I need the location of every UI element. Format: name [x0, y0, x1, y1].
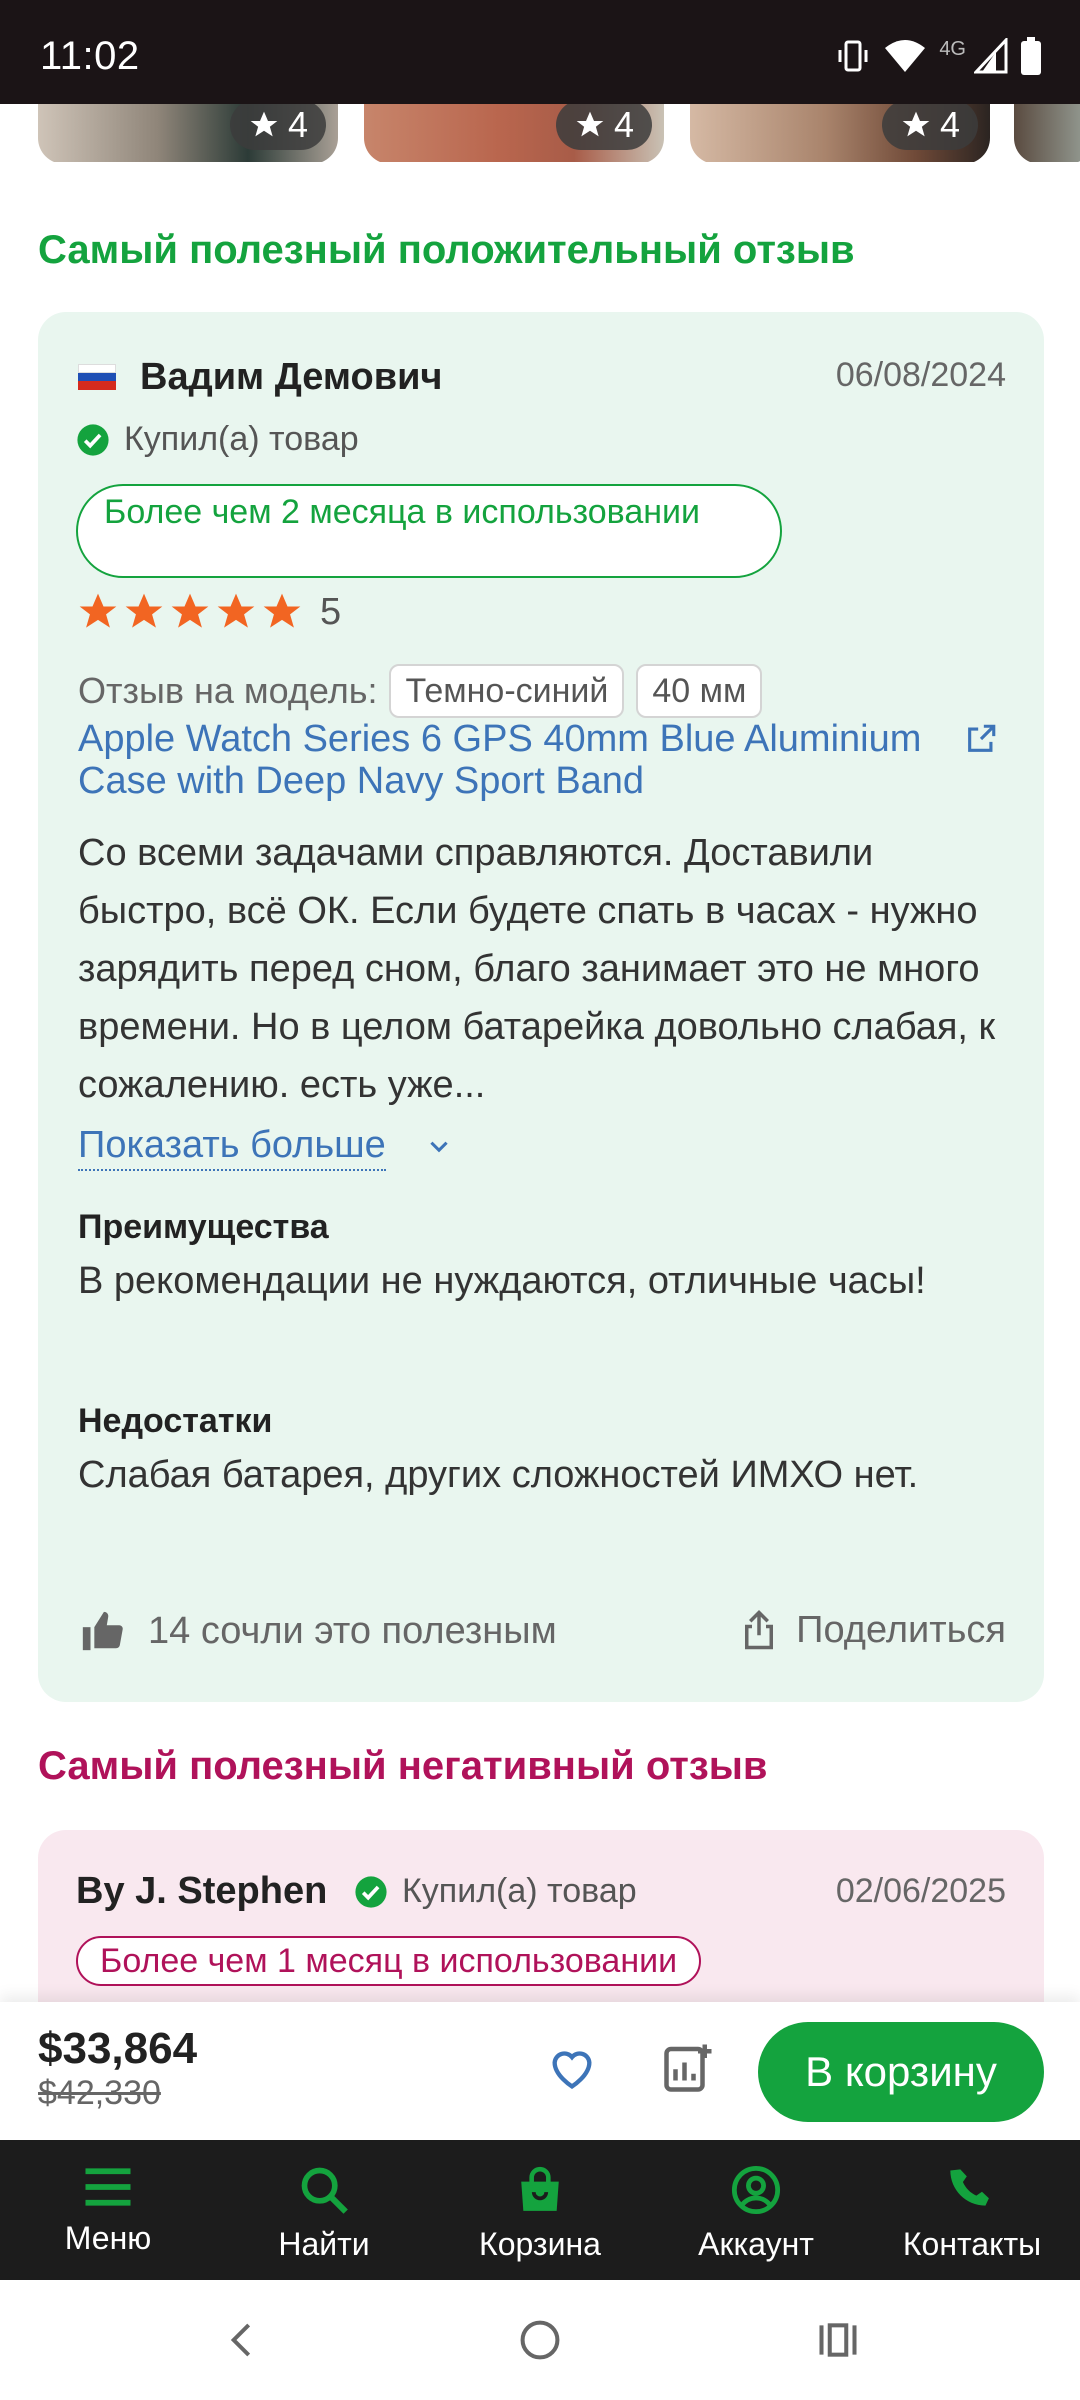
- nav-item-menu[interactable]: Меню: [0, 2140, 216, 2280]
- review-photos-strip[interactable]: 4 4 4: [0, 104, 1080, 162]
- compare-add-icon[interactable]: [662, 2040, 716, 2094]
- photo-rating-value: 4: [287, 104, 308, 145]
- review-photo[interactable]: 4: [38, 104, 338, 162]
- old-price: $42,330: [38, 2074, 161, 2112]
- pros-text: В рекомендации не нуждаются, отличные ча…: [78, 1260, 926, 1302]
- vibrate-icon: [838, 40, 868, 72]
- nav-item-contacts[interactable]: Контакты: [864, 2140, 1080, 2280]
- star-icon: [79, 593, 117, 628]
- share-label: Поделиться: [796, 1608, 1006, 1651]
- verified-label: Купил(а) товар: [402, 1872, 637, 1910]
- verified-label: Купил(а) товар: [124, 420, 359, 458]
- review-date: 06/08/2024: [835, 356, 1006, 394]
- review-date: 02/06/2025: [835, 1872, 1006, 1910]
- size-chip: 40 мм: [636, 664, 763, 718]
- verified-purchase: Купил(а) товар: [354, 1872, 637, 1911]
- review-author: By J. Stephen: [76, 1870, 328, 1912]
- share-button[interactable]: Поделиться: [738, 1608, 1006, 1652]
- home-icon[interactable]: [518, 2318, 562, 2362]
- nav-item-search[interactable]: Найти: [216, 2140, 432, 2280]
- back-icon[interactable]: [222, 2318, 262, 2362]
- nav-item-account[interactable]: Аккаунт: [648, 2140, 864, 2280]
- negative-review-title: Самый полезный негативный отзыв: [38, 1744, 768, 1788]
- photo-rating-value: 4: [613, 104, 634, 145]
- purchase-bar: $33,864 $42,330 В корзину: [0, 2002, 1080, 2140]
- usage-duration-badge: Более чем 1 месяц в использовании: [76, 1936, 702, 1986]
- cell-signal-icon: [974, 38, 1008, 74]
- phone-icon: [950, 2169, 989, 2206]
- network-type: 4G: [939, 37, 966, 60]
- russia-flag-icon: [78, 364, 116, 390]
- nav-label: Аккаунт: [698, 2226, 814, 2262]
- account-icon: [731, 2165, 781, 2215]
- rating-stars: 5: [76, 590, 341, 634]
- review-photo[interactable]: 4: [364, 104, 664, 162]
- review-photo[interactable]: 4: [690, 104, 990, 162]
- usage-duration-badge: Более чем 2 месяца в использовании: [76, 484, 782, 578]
- check-circle-icon: [355, 1875, 387, 1908]
- star-icon: [217, 593, 255, 628]
- positive-review-title: Самый полезный положительный отзыв: [38, 228, 855, 272]
- star-icon: [576, 111, 604, 137]
- battery-icon: [1021, 37, 1041, 75]
- positive-review-card: Вадим Демович 06/08/2024 Купил(а) товар …: [38, 312, 1044, 1702]
- review-photo[interactable]: [1014, 104, 1080, 162]
- status-bar: 11:02 4G: [0, 0, 1080, 104]
- cons-text: Слабая батарея, других сложностей ИМХО н…: [78, 1454, 919, 1496]
- verified-purchase: Купил(а) товар: [76, 420, 359, 459]
- menu-icon: [85, 2168, 131, 2206]
- check-circle-icon: [77, 423, 109, 456]
- bag-icon: [521, 2166, 559, 2211]
- rating-value: 5: [320, 590, 342, 633]
- status-icons: 4G: [835, 36, 1042, 76]
- star-icon: [125, 593, 163, 628]
- photo-rating-badge: 4: [881, 104, 978, 150]
- star-icon: [171, 593, 209, 628]
- nav-label: Контакты: [902, 2226, 1042, 2262]
- helpful-button[interactable]: 14 сочли это полезным: [78, 1608, 557, 1654]
- star-icon: [250, 111, 278, 137]
- star-icon: [902, 111, 930, 137]
- photo-rating-badge: 4: [229, 104, 326, 150]
- add-to-cart-button[interactable]: В корзину: [758, 2022, 1044, 2122]
- recents-icon[interactable]: [816, 2318, 860, 2362]
- current-price: $33,864: [38, 2024, 198, 2073]
- photo-rating-value: 4: [939, 104, 960, 145]
- nav-label: Найти: [278, 2226, 370, 2262]
- nav-label: Меню: [64, 2220, 152, 2256]
- photo-rating-badge: 4: [555, 104, 652, 150]
- heart-icon[interactable]: [546, 2042, 598, 2094]
- color-chip: Темно-синий: [389, 664, 625, 718]
- review-model-line: Отзыв на модель: Темно-синий 40 мм: [78, 664, 763, 718]
- nav-item-cart[interactable]: Корзина: [432, 2140, 648, 2280]
- product-link[interactable]: Apple Watch Series 6 GPS 40mm Blue Alumi…: [78, 718, 958, 802]
- helpful-count: 14 сочли это полезным: [148, 1609, 557, 1652]
- review-author: Вадим Демович: [140, 356, 443, 398]
- share-icon: [745, 1610, 774, 1650]
- nav-label: Корзина: [479, 2226, 601, 2262]
- bottom-navigation: Меню Найти Корзина Аккаунт Контакты: [0, 2140, 1080, 2280]
- external-link-icon[interactable]: [964, 722, 998, 756]
- system-navigation-bar: [0, 2280, 1080, 2400]
- show-more-link[interactable]: Показать больше: [78, 1124, 386, 1171]
- pros-heading: Преимущества: [78, 1208, 329, 1246]
- wifi-icon: [885, 40, 926, 72]
- cons-heading: Недостатки: [78, 1402, 273, 1440]
- search-icon: [301, 2167, 348, 2214]
- chevron-down-icon[interactable]: [426, 1134, 452, 1160]
- star-icon: [263, 593, 301, 628]
- status-time: 11:02: [40, 34, 140, 78]
- model-label: Отзыв на модель:: [78, 670, 378, 711]
- thumbs-up-icon: [82, 1611, 123, 1651]
- review-text: Со всеми задачами справляются. Доставили…: [78, 832, 996, 1106]
